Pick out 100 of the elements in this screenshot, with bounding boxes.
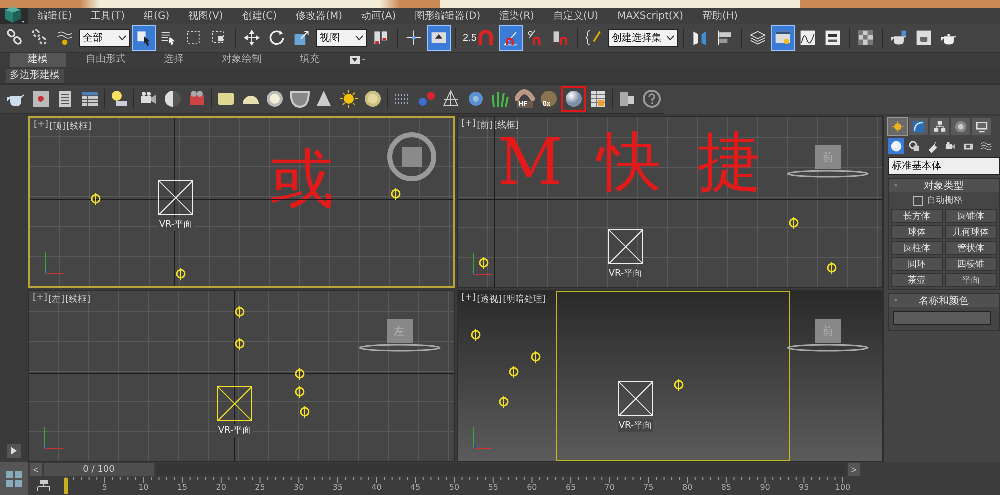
spinner-snap-icon — [552, 29, 570, 47]
menu-item[interactable]: 帮助(H) — [692, 9, 747, 23]
render-window-icon — [30, 89, 51, 109]
monitor-tab[interactable] — [972, 118, 991, 135]
object-type-button[interactable]: 球体 — [891, 225, 943, 239]
time-slider-thumb[interactable]: 0 / 100 — [44, 463, 154, 476]
rotate-icon — [268, 29, 286, 47]
viewport-label[interactable]: [+] — [462, 119, 476, 132]
menu-item[interactable]: 编辑(E) — [28, 9, 82, 23]
grid-layout-icon — [5, 470, 23, 488]
viewport-layout-button[interactable] — [0, 462, 28, 495]
menu-item[interactable]: 组(G) — [134, 9, 179, 23]
handwritten-annotation: 快 — [598, 131, 662, 195]
angle-snap-button[interactable] — [500, 26, 522, 50]
viewport-label[interactable]: [明暗处理] — [503, 293, 546, 306]
menu-item[interactable]: MAXScript(X) — [608, 10, 693, 22]
checkbox[interactable] — [913, 196, 923, 206]
object-type-button[interactable]: 几何球体 — [945, 225, 997, 239]
frame-number: 45 — [410, 483, 421, 492]
viewport-label[interactable]: [+] — [462, 293, 476, 306]
ribbon-tab[interactable]: 自由形式 — [68, 53, 144, 67]
cursor-button[interactable] — [133, 26, 155, 50]
name-input-field[interactable] — [893, 311, 991, 325]
frame-number: 80 — [682, 483, 693, 492]
menu-item[interactable]: 图形编辑器(D) — [405, 9, 490, 23]
magnet-button[interactable]: 2.5 — [461, 26, 497, 50]
star-tab[interactable] — [888, 118, 907, 135]
menu-item[interactable]: 创建(C) — [232, 9, 286, 23]
collapse-toggle[interactable]: - — [889, 295, 903, 306]
object-type-button[interactable]: 圆环 — [891, 257, 943, 271]
collapse-toggle[interactable]: - — [889, 180, 903, 191]
move-icon — [405, 29, 423, 47]
magnet-icon — [476, 29, 495, 47]
dropdown[interactable]: 标准基本体 — [888, 157, 1000, 175]
next-frame-button[interactable]: > — [848, 463, 860, 476]
frame-number: 85 — [721, 483, 732, 492]
app-logo-icon[interactable] — [0, 8, 28, 24]
viewport-label[interactable]: [+] — [33, 293, 48, 306]
wave-icon — [980, 140, 992, 152]
plane-light-icon — [158, 180, 194, 216]
viewcube-ring-icon[interactable] — [386, 132, 436, 182]
viewport-label[interactable]: [线框] — [494, 119, 520, 132]
light-helper-icon — [530, 351, 542, 363]
ribbon-panel-tab[interactable]: 多边形建模 — [6, 69, 64, 83]
viewcube-ring-icon[interactable] — [358, 343, 442, 353]
object-type-button[interactable]: 茶壶 — [891, 273, 943, 287]
sphere-button[interactable] — [888, 138, 904, 154]
object-type-button[interactable]: 四棱锥 — [945, 257, 997, 271]
rollout-title[interactable]: 名称和颜色 — [903, 294, 999, 308]
object-type-button[interactable]: 圆柱体 — [891, 241, 943, 255]
table-icon — [80, 89, 100, 109]
dropdown[interactable]: 视图 — [316, 29, 367, 47]
object-type-button[interactable]: 平面 — [945, 273, 997, 287]
menu-item[interactable]: 修改器(M) — [286, 9, 352, 23]
expand-button[interactable] — [7, 444, 21, 458]
sphere-button[interactable] — [561, 86, 586, 112]
viewcube-ring-icon[interactable] — [786, 169, 870, 179]
dropdown[interactable]: 全部 — [79, 29, 130, 47]
key-filter-icon[interactable] — [36, 480, 52, 492]
frame-number: 90 — [760, 483, 770, 492]
hierarchy-tab[interactable] — [930, 118, 949, 135]
object-type-button[interactable]: 圆锥体 — [945, 209, 997, 223]
curve-icon — [912, 120, 926, 134]
viewport-label[interactable]: [+] — [34, 120, 49, 133]
object-label: VR-平面 — [608, 267, 644, 280]
viewport-label[interactable]: [前] — [477, 119, 494, 132]
previous-frame-button[interactable]: < — [30, 463, 42, 476]
ribbon-tab[interactable]: 建模 — [10, 53, 66, 67]
viewport-label[interactable]: [左] — [48, 293, 65, 306]
rollout-title[interactable]: 对象类型 — [903, 178, 999, 192]
ribbon-tab[interactable]: 填充 — [282, 53, 338, 67]
window-button[interactable] — [772, 26, 794, 50]
viewport-label[interactable]: [线框] — [66, 120, 92, 133]
frame-number: 5 — [102, 483, 108, 492]
ribbon-tab[interactable]: 选择 — [146, 53, 202, 67]
brace-pen-icon — [584, 29, 603, 47]
viewport-label[interactable]: [顶] — [50, 120, 66, 133]
curve-editor-icon — [798, 29, 817, 47]
curve-tab[interactable] — [909, 118, 928, 135]
viewport-label[interactable]: [透视] — [477, 293, 502, 306]
object-type-button[interactable]: 管状体 — [945, 241, 997, 255]
time-slider-track[interactable] — [156, 463, 846, 476]
ribbon-tab[interactable]: 对象绘制 — [204, 53, 280, 67]
motion-tab[interactable] — [951, 118, 970, 135]
viewport[interactable]: 或 [+][顶][线框] VR-平面 — [28, 116, 454, 288]
menu-item[interactable]: 工具(T) — [81, 9, 134, 23]
frame-number: 30 — [294, 483, 304, 492]
disc-icon — [265, 89, 286, 109]
viewport-label[interactable]: [线框] — [66, 293, 91, 306]
menu-item[interactable]: 视图(V) — [178, 9, 232, 23]
menu-item[interactable]: 自定义(U) — [543, 9, 608, 23]
menu-item[interactable]: 动画(A) — [352, 9, 406, 23]
dropdown[interactable]: 创建选择集 — [608, 29, 678, 47]
caret-icon — [666, 35, 675, 41]
viewcube-ring-icon[interactable] — [786, 343, 870, 353]
dropdown-icon[interactable] — [350, 56, 366, 64]
frame-number: 70 — [604, 483, 615, 492]
menu-item[interactable]: 渲染(R) — [490, 9, 544, 23]
keyboard-button[interactable] — [428, 26, 450, 50]
object-type-button[interactable]: 长方体 — [891, 209, 943, 223]
